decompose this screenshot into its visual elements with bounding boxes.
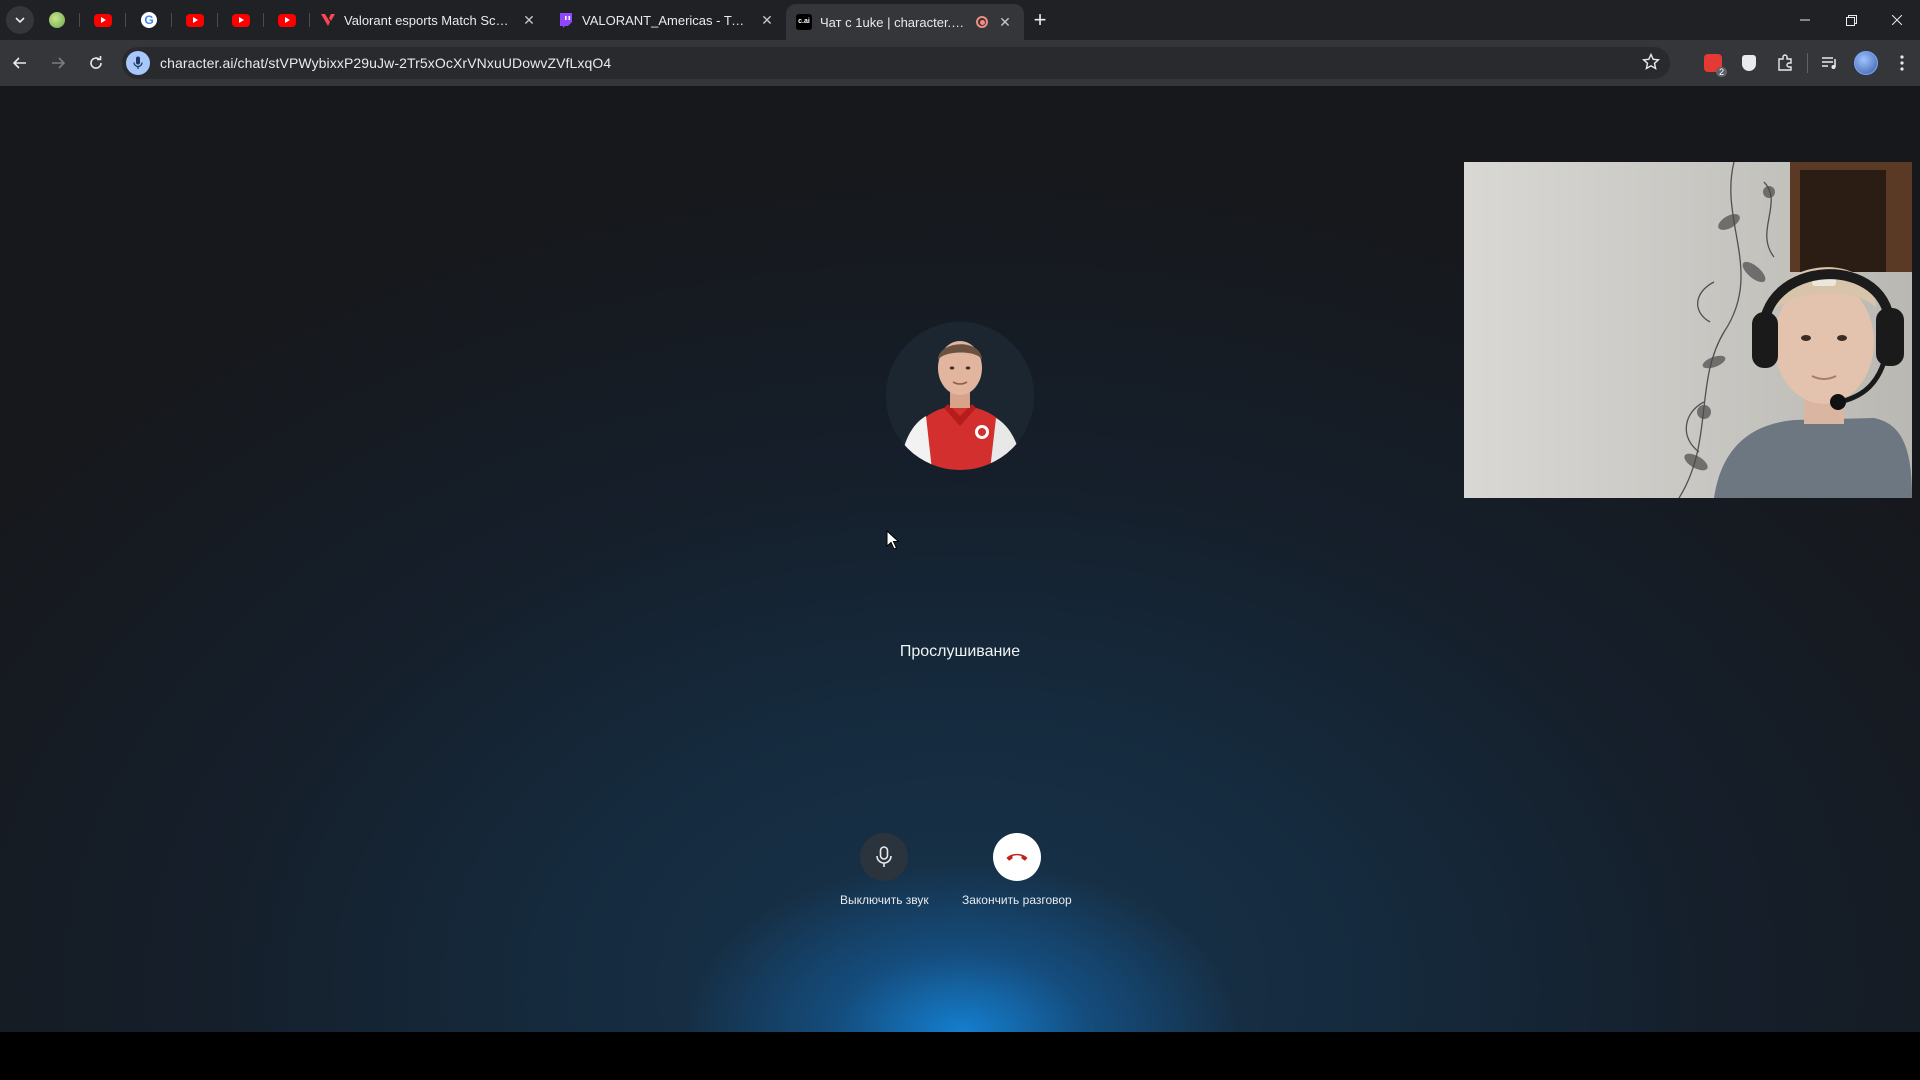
- chevron-down-icon: [15, 17, 25, 24]
- minimize-icon: [1800, 19, 1810, 21]
- reload-icon: [90, 56, 102, 69]
- shield-icon: [1742, 55, 1756, 71]
- tab-title: VALORANT_Americas - Twitch: [582, 12, 750, 28]
- window-controls: [1782, 0, 1920, 40]
- pinned-tab-google[interactable]: G: [126, 0, 172, 40]
- menu-button[interactable]: [1884, 45, 1920, 81]
- tab-character-ai[interactable]: c.ai Чат с 1uke | character.ai | П ✕: [786, 4, 1024, 40]
- character-ai-icon: c.ai: [796, 14, 812, 30]
- mute-button[interactable]: [860, 833, 909, 881]
- letterbox-bar: [0, 1032, 1920, 1080]
- pinned-tab-app[interactable]: [34, 0, 80, 40]
- end-call-control: Закончить разговор: [962, 833, 1072, 907]
- extensions-button[interactable]: [1767, 45, 1803, 81]
- close-tab-icon[interactable]: ✕: [758, 12, 776, 29]
- youtube-icon: [278, 13, 296, 27]
- puzzle-icon: [1778, 54, 1792, 71]
- pinned-tab-youtube[interactable]: [218, 0, 264, 40]
- new-tab-button[interactable]: +: [1024, 4, 1056, 36]
- webcam-video-image: [1464, 162, 1912, 498]
- call-status-text: Прослушивание: [899, 643, 1021, 660]
- extension-shield-button[interactable]: [1731, 45, 1767, 81]
- microphone-in-use-icon[interactable]: [126, 51, 150, 75]
- microphone-icon: [876, 846, 893, 867]
- restore-icon: [1845, 14, 1857, 26]
- twitch-icon: [558, 12, 574, 28]
- tab-title: Чат с 1uke | character.ai | П: [820, 14, 968, 30]
- url-text: character.ai/chat/stVPWybixxP29uJw-2Tr5x…: [160, 55, 612, 71]
- close-icon: [1892, 15, 1902, 25]
- hang-up-icon: [1006, 853, 1028, 861]
- forward-button[interactable]: [40, 45, 76, 81]
- mouse-cursor-icon: [886, 530, 900, 550]
- tab-title: Valorant esports Match Schedu: [344, 12, 512, 28]
- end-call-button[interactable]: [992, 833, 1041, 881]
- toolbar-actions: 2: [1695, 40, 1920, 86]
- close-tab-icon[interactable]: ✕: [520, 12, 538, 29]
- back-button[interactable]: [2, 45, 38, 81]
- profile-button[interactable]: [1848, 45, 1884, 81]
- app-icon: [49, 12, 65, 28]
- address-bar[interactable]: character.ai/chat/stVPWybixxP29uJw-2Tr5x…: [122, 47, 1670, 79]
- extension-adblock-button[interactable]: 2: [1695, 45, 1731, 81]
- google-icon: G: [141, 12, 157, 28]
- arrow-right-icon: [52, 57, 66, 69]
- recording-icon: [976, 16, 988, 28]
- mute-control: Выключить звук: [840, 833, 929, 907]
- character-avatar: [886, 322, 1034, 470]
- tab-twitch[interactable]: VALORANT_Americas - Twitch ✕: [548, 0, 786, 40]
- media-control-button[interactable]: [1812, 45, 1848, 81]
- end-call-label: Закончить разговор: [962, 893, 1072, 907]
- more-vertical-icon: [1900, 55, 1904, 71]
- mute-label: Выключить звук: [840, 893, 929, 907]
- voice-call-screen: Прослушивание Выключить звук Закончить р…: [0, 86, 1920, 1032]
- pinned-tab-youtube[interactable]: [264, 0, 310, 40]
- close-tab-icon[interactable]: ✕: [996, 14, 1014, 31]
- youtube-icon: [232, 13, 250, 27]
- reload-button[interactable]: [78, 45, 114, 81]
- valorant-icon: [320, 12, 336, 28]
- toolbar-divider: [1807, 53, 1808, 73]
- youtube-icon: [94, 13, 112, 27]
- character-portrait-image: [886, 322, 1034, 470]
- avatar: [1854, 51, 1878, 75]
- extension-badge: 2: [1715, 67, 1727, 77]
- youtube-icon: [186, 13, 204, 27]
- close-window-button[interactable]: [1874, 0, 1920, 40]
- tab-valorant-schedule[interactable]: Valorant esports Match Schedu ✕: [310, 0, 548, 40]
- bookmark-star-icon[interactable]: [1641, 52, 1661, 76]
- browser-toolbar: character.ai/chat/stVPWybixxP29uJw-2Tr5x…: [0, 40, 1920, 86]
- tab-strip: G Valorant esports Match Schedu ✕ VALORA…: [0, 0, 1920, 40]
- pinned-tab-youtube[interactable]: [80, 0, 126, 40]
- media-queue-icon: [1822, 57, 1836, 69]
- tab-search-button[interactable]: [6, 6, 34, 34]
- pinned-tab-youtube[interactable]: [172, 0, 218, 40]
- arrow-left-icon: [12, 57, 26, 69]
- restore-button[interactable]: [1828, 0, 1874, 40]
- webcam-overlay: [1464, 162, 1912, 498]
- minimize-button[interactable]: [1782, 0, 1828, 40]
